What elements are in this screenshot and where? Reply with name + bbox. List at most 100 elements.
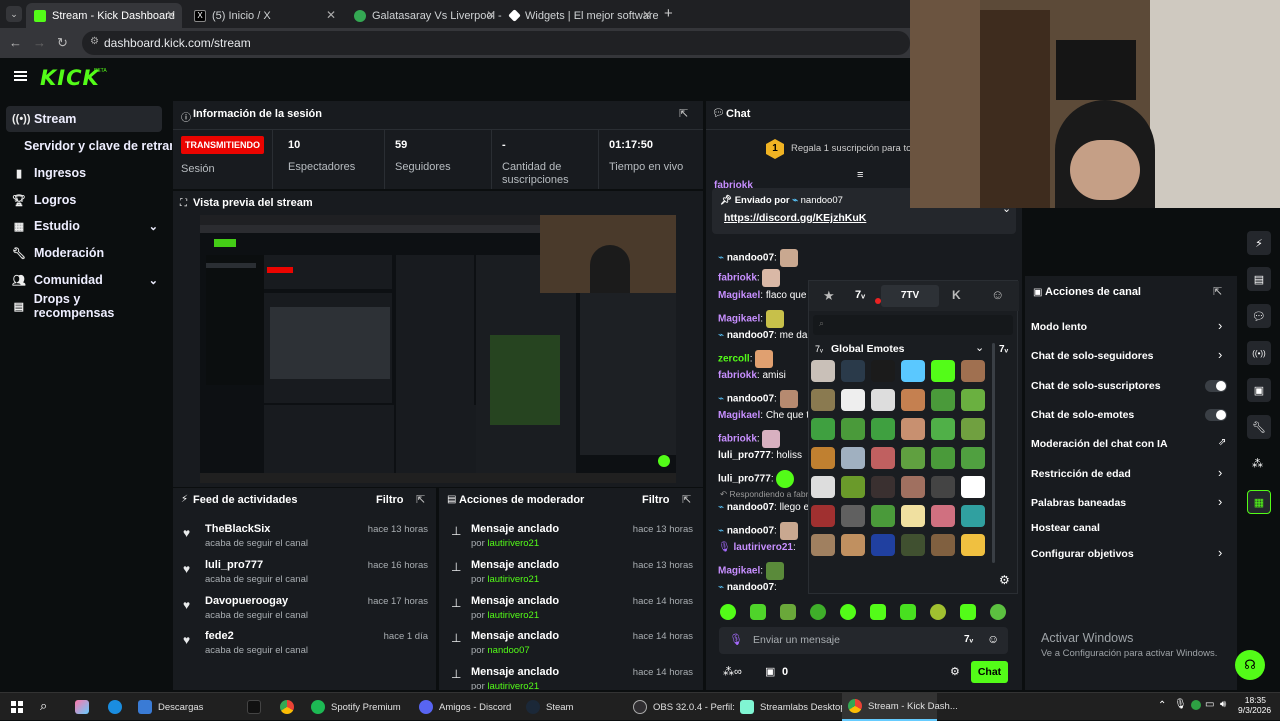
browser-tab-galatasaray[interactable]: Galatasaray Vs Liverpool - Resu ✕ bbox=[346, 3, 502, 28]
copilot-icon[interactable] bbox=[75, 700, 89, 714]
dots-rail-icon[interactable]: ⁂ bbox=[1252, 457, 1263, 470]
chrome-icon[interactable] bbox=[280, 700, 294, 714]
popout-icon[interactable]: ⇱ bbox=[1213, 285, 1222, 298]
chevron-right-icon[interactable]: › bbox=[1218, 318, 1222, 333]
emoji-tab-icon[interactable]: ☺ bbox=[991, 287, 1004, 302]
emote[interactable] bbox=[901, 360, 925, 382]
popout-icon[interactable]: ⇱ bbox=[416, 493, 425, 506]
stream-preview-video[interactable] bbox=[200, 215, 676, 483]
emote[interactable] bbox=[901, 447, 925, 469]
browser-tab-x[interactable]: X (5) Inicio / X ✕ bbox=[186, 3, 342, 28]
action-subs-only[interactable]: Chat de solo-suscriptores bbox=[1031, 380, 1161, 392]
lightning-rail-icon[interactable]: ⚡︎ bbox=[1247, 231, 1271, 255]
taskbar-item[interactable]: Descargas bbox=[138, 693, 203, 721]
emote[interactable] bbox=[990, 604, 1006, 620]
points-icon[interactable]: ⁂∞ bbox=[723, 665, 742, 678]
sidebar-item-ingresos[interactable]: ▮ Ingresos bbox=[6, 160, 162, 186]
emote[interactable] bbox=[931, 505, 955, 527]
broadcast-rail-icon[interactable]: ((•)) bbox=[1247, 341, 1271, 365]
emote[interactable] bbox=[901, 534, 925, 556]
emote[interactable] bbox=[901, 418, 925, 440]
7tv-icon[interactable]: 7ᵥ bbox=[964, 634, 973, 645]
security-tray-icon[interactable] bbox=[1191, 700, 1201, 710]
taskbar-item[interactable]: Steam bbox=[526, 693, 573, 721]
taskbar-item[interactable]: Spotify Premium bbox=[311, 693, 401, 721]
emote[interactable] bbox=[870, 604, 886, 620]
close-tab-icon[interactable]: ✕ bbox=[642, 8, 652, 22]
taskbar-item[interactable]: OBS 32.0.4 - Perfil: bbox=[633, 693, 735, 721]
emote[interactable] bbox=[841, 447, 865, 469]
emote[interactable] bbox=[811, 534, 835, 556]
action-slow-mode[interactable]: Modo lento bbox=[1031, 321, 1087, 333]
sidebar-item-logros[interactable]: 🏆︎ Logros bbox=[6, 187, 162, 213]
kick-logo[interactable]: KICK bbox=[40, 66, 100, 90]
emote[interactable] bbox=[811, 505, 835, 527]
emote-search-input[interactable]: ⌕ bbox=[813, 315, 1013, 335]
taskbar-item-active[interactable]: Stream - Kick Dash... bbox=[842, 693, 958, 721]
browser-tab-widgets[interactable]: Widgets | El mejor software pa ✕ bbox=[502, 3, 658, 28]
close-tab-icon[interactable]: ✕ bbox=[326, 8, 336, 22]
sidebar-item-comunidad[interactable]: 👥︎ Comunidad ⌄ bbox=[6, 267, 162, 293]
sidebar-item-estudio[interactable]: ▦ Estudio ⌄ bbox=[6, 213, 162, 239]
chat-input[interactable]: 🎙︎ Enviar un mensaje 7ᵥ ☺ bbox=[719, 627, 1008, 654]
network-icon[interactable]: ▭ bbox=[1205, 699, 1214, 710]
browser-tab-kick[interactable]: Stream - Kick Dashboard ✕ bbox=[26, 3, 182, 28]
edge-icon[interactable] bbox=[108, 700, 122, 714]
emote-scrollbar[interactable] bbox=[992, 343, 995, 563]
emote[interactable] bbox=[841, 505, 865, 527]
emote[interactable] bbox=[931, 534, 955, 556]
emote[interactable] bbox=[961, 534, 985, 556]
emote[interactable] bbox=[961, 418, 985, 440]
close-tab-icon[interactable]: ✕ bbox=[486, 8, 496, 22]
chevron-down-icon[interactable]: ⌄ bbox=[975, 341, 984, 354]
emote[interactable] bbox=[841, 418, 865, 440]
chevron-right-icon[interactable]: › bbox=[1218, 494, 1222, 509]
settings-gear-icon[interactable]: ⚙ bbox=[999, 573, 1010, 587]
emote[interactable] bbox=[931, 476, 955, 498]
action-age-restriction[interactable]: Restricción de edad bbox=[1031, 468, 1131, 480]
reload-icon[interactable]: ↻ bbox=[57, 35, 68, 51]
popout-icon[interactable]: ⇱ bbox=[682, 493, 691, 506]
tab-search-button[interactable]: ⌄ bbox=[6, 6, 22, 22]
7tv-side-icon[interactable]: 7ᵥ bbox=[999, 344, 1008, 355]
emote[interactable] bbox=[931, 447, 955, 469]
emote[interactable] bbox=[871, 534, 895, 556]
microphone-icon[interactable]: 🎙︎ bbox=[729, 633, 743, 646]
shield-rail-icon[interactable]: ▣ bbox=[1247, 378, 1271, 402]
emoji-icon[interactable]: ☺ bbox=[987, 632, 999, 646]
forward-arrow-icon[interactable]: → bbox=[33, 35, 46, 50]
sidebar-item-moderacion[interactable]: 🔧︎ Moderación bbox=[6, 240, 162, 266]
emote[interactable] bbox=[811, 447, 835, 469]
emote[interactable] bbox=[840, 604, 856, 620]
emote[interactable] bbox=[931, 360, 955, 382]
emote[interactable] bbox=[900, 604, 916, 620]
emotes-only-toggle[interactable] bbox=[1205, 409, 1227, 421]
emote[interactable] bbox=[930, 604, 946, 620]
favorites-star-icon[interactable]: ★ bbox=[823, 288, 835, 304]
collapse-icon[interactable]: ≡ bbox=[857, 169, 863, 181]
subs-only-toggle[interactable] bbox=[1205, 380, 1227, 392]
chevron-right-icon[interactable]: › bbox=[1218, 465, 1222, 480]
emote[interactable] bbox=[811, 418, 835, 440]
mod-filter-button[interactable]: Filtro bbox=[642, 494, 670, 506]
action-host-channel[interactable]: Hostear canal bbox=[1031, 522, 1100, 534]
emote[interactable] bbox=[961, 447, 985, 469]
sidebar-item-drops[interactable]: ▤ Drops y recompensas bbox=[6, 292, 162, 320]
emote[interactable] bbox=[841, 389, 865, 411]
kick-emotes-icon[interactable]: K bbox=[952, 288, 961, 302]
emote[interactable] bbox=[841, 476, 865, 498]
emote[interactable] bbox=[811, 360, 835, 382]
feed-filter-button[interactable]: Filtro bbox=[376, 494, 404, 506]
sidebar-item-stream[interactable]: ((•)) Stream bbox=[6, 106, 162, 132]
external-link-icon[interactable]: ⇗ bbox=[1218, 437, 1226, 448]
emote[interactable] bbox=[871, 447, 895, 469]
action-configure-goals[interactable]: Configurar objetivos bbox=[1031, 548, 1134, 560]
emote[interactable] bbox=[810, 604, 826, 620]
settings-gear-icon[interactable]: ⚙ bbox=[950, 665, 960, 678]
site-info-icon[interactable]: ⚙ bbox=[90, 36, 99, 47]
tray-chevron-icon[interactable]: ⌃ bbox=[1158, 700, 1166, 711]
address-bar[interactable]: ⚙ dashboard.kick.com/stream bbox=[82, 31, 910, 55]
chevron-right-icon[interactable]: › bbox=[1218, 347, 1222, 362]
wrench-rail-icon[interactable]: 🔧︎ bbox=[1247, 415, 1271, 439]
emote[interactable] bbox=[901, 389, 925, 411]
